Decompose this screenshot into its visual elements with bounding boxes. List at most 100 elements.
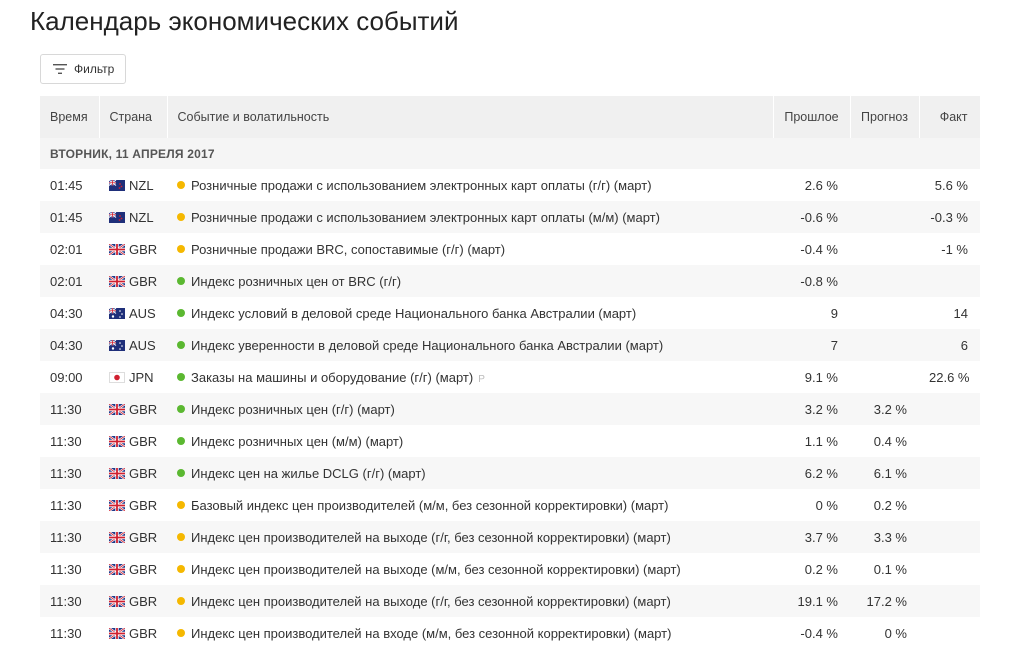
table-row[interactable]: 02:01 GBR Индекс розничных цен от BRC (г…	[40, 265, 980, 297]
forecast-value: 0.4 %	[850, 425, 919, 457]
event-cell: Индекс цен производителей на выходе (г/г…	[167, 521, 773, 553]
volatility-dot-icon	[177, 213, 185, 222]
column-forecast[interactable]: Прогноз	[850, 96, 920, 138]
table-row[interactable]: 01:45 NZL Розничные продажи с использова…	[40, 201, 980, 233]
country-code: GBR	[129, 561, 158, 577]
table-row[interactable]: 11:30 GBR Базовый индекс цен производите…	[40, 489, 980, 521]
nz-flag-icon	[109, 179, 125, 191]
jp-flag-icon	[109, 371, 125, 383]
table-row[interactable]: 11:30 GBR Индекс розничных цен (м/м) (ма…	[40, 425, 980, 457]
gb-flag-icon	[109, 627, 125, 639]
previous-value: 0 %	[773, 489, 850, 521]
table-row[interactable]: 11:30 GBR Индекс цен на жилье DCLG (г/г)…	[40, 457, 980, 489]
event-cell: Индекс условий в деловой среде Националь…	[167, 297, 773, 329]
column-actual[interactable]: Факт	[919, 96, 981, 138]
previous-value: 9.1 %	[773, 361, 850, 393]
table-row[interactable]: 11:30 GBR Индекс цен производителей на в…	[40, 553, 980, 585]
event-title[interactable]: Розничные продажи с использованием элект…	[191, 178, 652, 193]
event-cell: Заказы на машины и оборудование (г/г) (м…	[167, 361, 773, 393]
table-row[interactable]: 11:30 GBR Индекс розничных цен (г/г) (ма…	[40, 393, 980, 425]
volatility-dot-icon	[177, 597, 185, 606]
country-code: GBR	[129, 529, 158, 545]
previous-value: 2.6 %	[773, 169, 850, 201]
country-code: GBR	[129, 465, 158, 481]
country-code: AUS	[129, 305, 156, 321]
table-row[interactable]: 04:30 AUS Индекс условий в деловой среде…	[40, 297, 980, 329]
events-table: Время Страна Событие и волатильность Про…	[40, 96, 981, 649]
event-title[interactable]: Индекс розничных цен (м/м) (март)	[191, 434, 403, 449]
previous-value: -0.4 %	[773, 233, 850, 265]
table-row[interactable]: 11:30 GBR Индекс цен производителей на в…	[40, 521, 980, 553]
column-country[interactable]: Страна	[99, 96, 168, 138]
event-title[interactable]: Базовый индекс цен производителей (м/м, …	[191, 498, 668, 513]
volatility-dot-icon	[177, 309, 185, 318]
column-time[interactable]: Время	[40, 96, 100, 138]
volatility-dot-icon	[177, 629, 185, 638]
previous-value: 7	[773, 329, 850, 361]
event-title[interactable]: Розничные продажи BRC, сопоставимые (г/г…	[191, 242, 505, 257]
event-cell: Индекс цен производителей на выходе (г/г…	[167, 585, 773, 617]
country-code: NZL	[129, 209, 154, 225]
event-title[interactable]: Индекс розничных цен (г/г) (март)	[191, 402, 395, 417]
filter-icon	[53, 64, 67, 74]
actual-value	[919, 457, 980, 489]
country-code: AUS	[129, 337, 156, 353]
country-code: GBR	[129, 593, 158, 609]
forecast-value: 6.1 %	[850, 457, 919, 489]
gb-flag-icon	[109, 435, 125, 447]
country-code: GBR	[129, 241, 158, 257]
event-title[interactable]: Индекс розничных цен от BRC (г/г)	[191, 274, 401, 289]
event-time: 11:30	[40, 457, 99, 489]
event-title[interactable]: Индекс цен производителей на выходе (м/м…	[191, 562, 681, 577]
country-cell: NZL	[99, 169, 167, 201]
filter-button[interactable]: Фильтр	[40, 54, 126, 84]
actual-value: 6	[919, 329, 980, 361]
event-title[interactable]: Индекс условий в деловой среде Националь…	[191, 306, 636, 321]
table-row[interactable]: 01:45 NZL Розничные продажи с использова…	[40, 169, 980, 201]
event-cell: Индекс розничных цен (м/м) (март)	[167, 425, 773, 457]
country-code: JPN	[129, 369, 154, 385]
previous-value: -0.4 %	[773, 617, 850, 649]
table-row[interactable]: 09:00 JPN Заказы на машины и оборудовани…	[40, 361, 980, 393]
event-cell: Индекс цен производителей на выходе (м/м…	[167, 553, 773, 585]
country-code: GBR	[129, 497, 158, 513]
volatility-dot-icon	[177, 565, 185, 574]
au-flag-icon	[109, 307, 125, 319]
event-title[interactable]: Индекс цен производителей на выходе (г/г…	[191, 530, 671, 545]
event-title[interactable]: Заказы на машины и оборудование (г/г) (м…	[191, 370, 473, 385]
volatility-dot-icon	[177, 181, 185, 190]
forecast-value: 0.1 %	[850, 553, 919, 585]
event-title[interactable]: Индекс цен на жилье DCLG (г/г) (март)	[191, 466, 426, 481]
actual-value	[919, 553, 980, 585]
gb-flag-icon	[109, 499, 125, 511]
gb-flag-icon	[109, 275, 125, 287]
country-code: GBR	[129, 401, 158, 417]
event-title[interactable]: Индекс цен производителей на входе (м/м,…	[191, 626, 671, 641]
table-row[interactable]: 11:30 GBR Индекс цен производителей на в…	[40, 617, 980, 649]
table-row[interactable]: 11:30 GBR Индекс цен производителей на в…	[40, 585, 980, 617]
previous-value: 6.2 %	[773, 457, 850, 489]
event-title[interactable]: Индекс цен производителей на выходе (г/г…	[191, 594, 671, 609]
event-time: 04:30	[40, 329, 99, 361]
forecast-value: 0 %	[850, 617, 919, 649]
forecast-value: 3.3 %	[850, 521, 919, 553]
gb-flag-icon	[109, 531, 125, 543]
event-cell: Розничные продажи с использованием элект…	[167, 201, 773, 233]
table-row[interactable]: 02:01 GBR Розничные продажи BRC, сопоста…	[40, 233, 980, 265]
gb-flag-icon	[109, 467, 125, 479]
table-header-row: Время Страна Событие и волатильность Про…	[40, 96, 981, 138]
event-time: 04:30	[40, 297, 99, 329]
forecast-value: 0.2 %	[850, 489, 919, 521]
event-cell: Индекс уверенности в деловой среде Нацио…	[167, 329, 773, 361]
event-cell: Базовый индекс цен производителей (м/м, …	[167, 489, 773, 521]
event-time: 11:30	[40, 521, 99, 553]
event-title[interactable]: Розничные продажи с использованием элект…	[191, 210, 660, 225]
column-event[interactable]: Событие и волатильность	[167, 96, 774, 138]
volatility-dot-icon	[177, 469, 185, 478]
event-title[interactable]: Индекс уверенности в деловой среде Нацио…	[191, 338, 663, 353]
column-previous[interactable]: Прошлое	[773, 96, 851, 138]
forecast-value	[850, 361, 919, 393]
table-row[interactable]: 04:30 AUS Индекс уверенности в деловой с…	[40, 329, 980, 361]
event-time: 11:30	[40, 617, 99, 649]
forecast-value: 3.2 %	[850, 393, 919, 425]
